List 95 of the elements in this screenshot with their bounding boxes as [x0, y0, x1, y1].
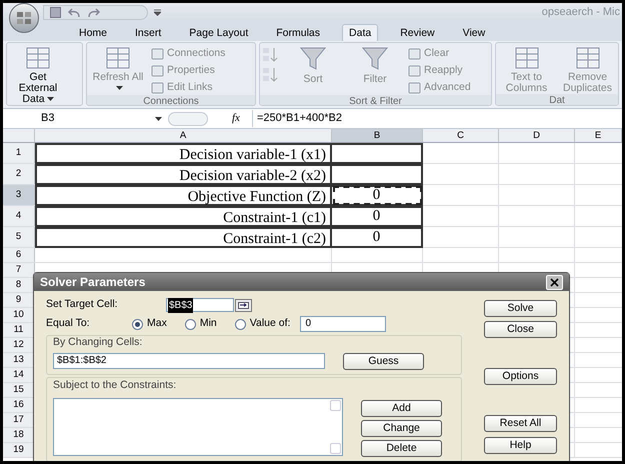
row-header[interactable]: 12	[3, 338, 35, 352]
row-header[interactable]: 3	[3, 185, 35, 205]
document-icon	[151, 48, 164, 60]
sort-icon	[262, 67, 280, 83]
group-label: Sort & Filter	[260, 95, 491, 105]
row-header[interactable]: 6	[3, 248, 35, 262]
function-label[interactable]: fx	[232, 110, 240, 127]
field-label: Set Target Cell:	[46, 297, 119, 312]
row-header[interactable]: 19	[3, 443, 35, 457]
dialog-button[interactable]: Help	[484, 437, 557, 454]
ribbon-button[interactable]: Get External Data	[9, 46, 67, 105]
table-cell[interactable]: 0	[332, 185, 423, 206]
save-icon[interactable]	[50, 7, 61, 18]
ribbon-tab[interactable]: Home	[73, 24, 114, 41]
dialog-button[interactable]: Solve	[484, 300, 557, 317]
row-header[interactable]: 13	[3, 353, 35, 367]
table-icon	[105, 46, 131, 70]
logo-icon	[16, 10, 32, 24]
office-button[interactable]	[9, 3, 39, 32]
table-cell[interactable]: 0	[332, 227, 423, 248]
ribbon-tab[interactable]: Insert	[129, 24, 168, 41]
row-header[interactable]: 14	[3, 368, 35, 382]
table-cell: Constraint-1 (c1)	[35, 206, 332, 227]
group-label: Subject to the Constraints:	[53, 378, 178, 393]
document-icon	[408, 82, 421, 94]
row-header[interactable]: 5	[3, 227, 35, 247]
value-field[interactable]: 0	[300, 316, 386, 332]
zoom-handle-icon[interactable]	[168, 112, 208, 126]
sort-icon	[262, 47, 280, 63]
formula-field[interactable]: =250*B1+400*B2	[252, 110, 622, 127]
window-title: opseaerch - Mic	[542, 5, 620, 20]
close-button[interactable]	[546, 274, 563, 290]
changing-cells-field[interactable]: $B$1:$B$2	[53, 353, 325, 370]
dialog-button[interactable]: Add	[361, 400, 442, 416]
table-cell: Decision variable-1 (x1)	[35, 143, 332, 164]
group-label: Connections	[87, 95, 255, 105]
table-cell[interactable]	[332, 164, 423, 185]
group-label: Dat	[496, 94, 618, 105]
row-header[interactable]: 10	[3, 308, 35, 322]
dialog-button[interactable]: Reset All	[484, 415, 557, 432]
table-cell: Objective Function (Z)	[35, 185, 332, 206]
scrollbar[interactable]	[329, 398, 342, 454]
column-header[interactable]: B	[332, 129, 423, 142]
column-header[interactable]: D	[499, 129, 575, 142]
funnel-icon	[362, 46, 388, 72]
row-header[interactable]: 18	[3, 428, 35, 442]
collapse-dialog-icon[interactable]	[235, 298, 252, 312]
ribbon-tab[interactable]: View	[456, 24, 492, 41]
constraints-list[interactable]	[53, 398, 343, 456]
guess-button[interactable]: Guess	[343, 352, 424, 370]
dialog-button[interactable]: Change	[361, 420, 442, 436]
row-header[interactable]: 7	[3, 263, 35, 277]
column-header[interactable]: E	[575, 129, 622, 142]
row-header[interactable]: 15	[3, 383, 35, 397]
table-cell: Constraint-1 (c2)	[35, 227, 332, 248]
table-cell[interactable]: 0	[332, 206, 423, 227]
document-icon	[151, 82, 164, 94]
radio-option[interactable]: Max	[132, 316, 167, 332]
dialog-button[interactable]: Options	[484, 368, 557, 385]
row-header[interactable]: 8	[3, 278, 35, 292]
row-header[interactable]: 4	[3, 206, 35, 226]
column-header[interactable]: C	[423, 129, 499, 142]
row-header[interactable]: 17	[3, 413, 35, 427]
row-header[interactable]: 9	[3, 293, 35, 307]
undo-icon[interactable]	[67, 8, 81, 18]
table-icon	[514, 46, 540, 70]
group-label: By Changing Cells:	[53, 335, 144, 350]
table-cell[interactable]	[332, 143, 423, 164]
customize-icon[interactable]	[154, 9, 161, 16]
caret-icon	[155, 116, 162, 120]
ribbon-tab[interactable]: Review	[394, 24, 441, 41]
field-label: Equal To:	[46, 316, 91, 332]
redo-icon[interactable]	[87, 8, 101, 18]
funnel-icon	[300, 46, 326, 72]
ribbon-tab[interactable]: Data	[342, 24, 378, 41]
dialog-button[interactable]: Delete	[361, 440, 442, 456]
name-box[interactable]: B3	[3, 110, 153, 127]
table-cell: Decision variable-2 (x2)	[35, 164, 332, 185]
row-header[interactable]: 11	[3, 323, 35, 337]
document-icon	[151, 64, 164, 76]
ribbon-tab[interactable]: Formulas	[270, 24, 326, 41]
table-icon	[25, 46, 51, 70]
row-header[interactable]: 16	[3, 398, 35, 412]
radio-option[interactable]: Min	[184, 316, 217, 332]
ribbon-tab[interactable]: Page Layout	[183, 24, 254, 41]
row-header[interactable]: 2	[3, 164, 35, 184]
close-icon	[550, 278, 559, 286]
target-cell-field[interactable]: $B$3	[166, 298, 234, 312]
dialog-button[interactable]: Close	[484, 321, 557, 338]
table-icon	[574, 46, 600, 70]
radio-option[interactable]: Value of:	[234, 316, 290, 332]
row-header[interactable]: 1	[3, 143, 35, 163]
document-icon	[408, 64, 421, 76]
dialog-title: Solver Parameters	[40, 274, 146, 291]
document-icon	[408, 48, 421, 60]
